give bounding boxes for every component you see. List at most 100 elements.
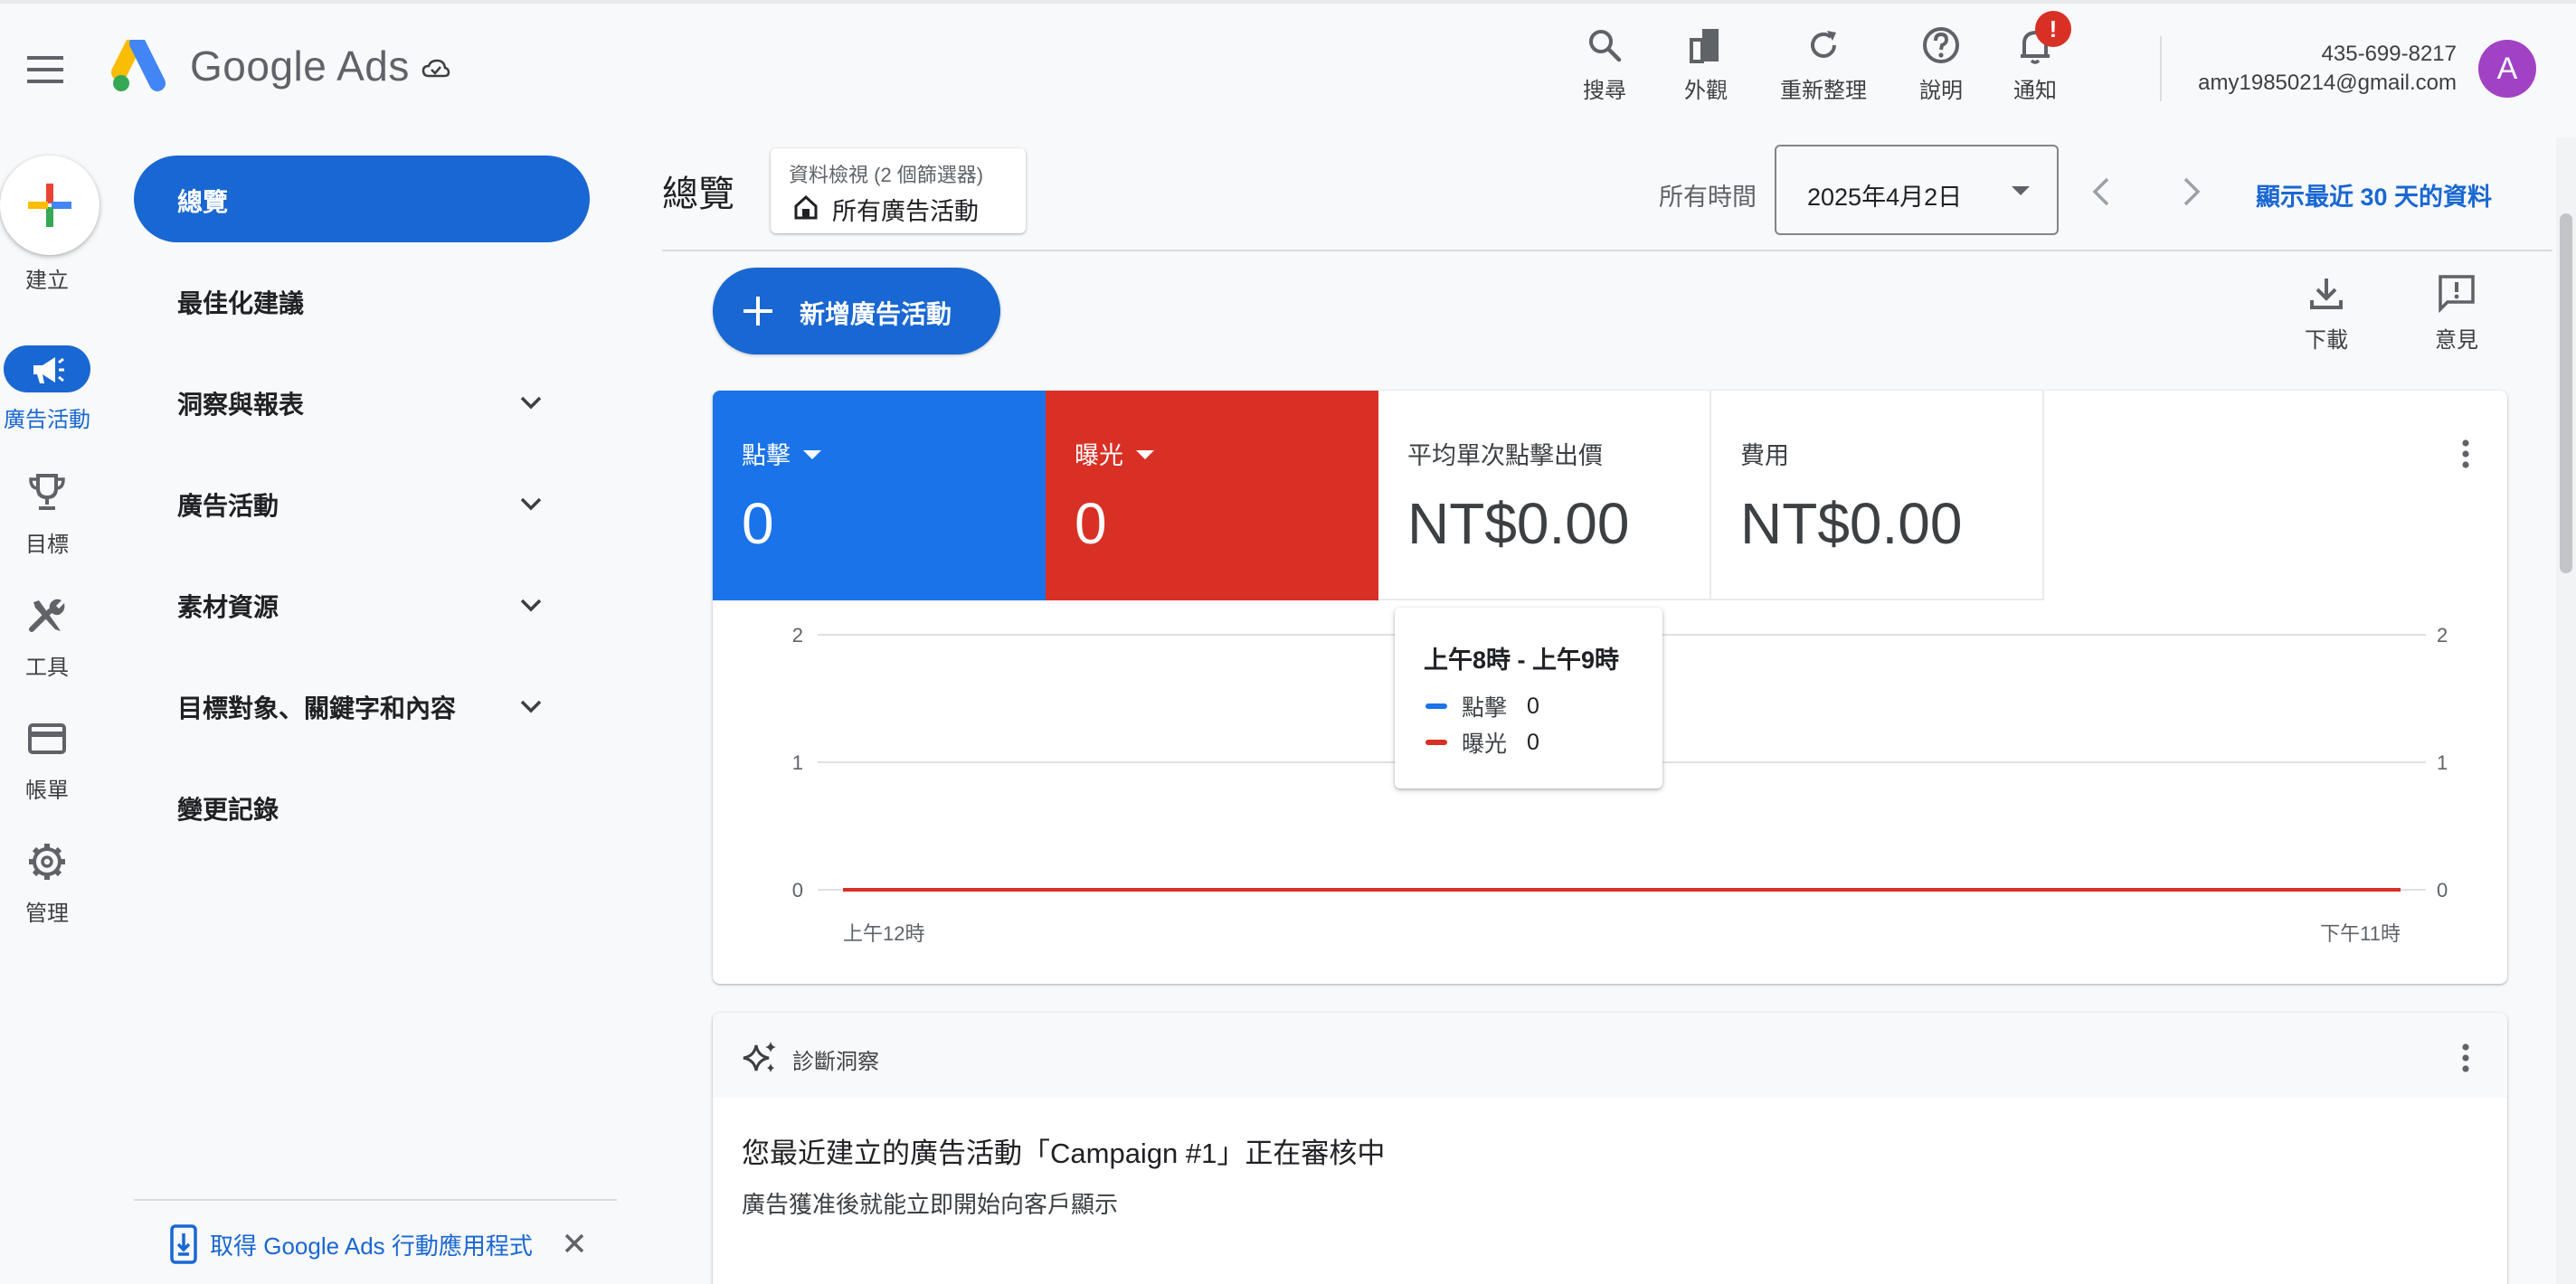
rail-item-goals[interactable]: 目標 [0, 470, 94, 570]
nav-label-campaigns: 廣告活動 [177, 492, 279, 520]
close-icon[interactable] [561, 1230, 588, 1257]
download-button[interactable]: 下載 [2281, 273, 2372, 354]
chevron-right-icon[interactable] [2173, 174, 2209, 210]
tooltip-impressions-label: 曝光 [1462, 732, 1508, 757]
trophy-icon [29, 474, 65, 510]
nav-item-change-history[interactable]: 變更記錄 [134, 763, 590, 850]
more-vert-icon[interactable] [2448, 436, 2484, 472]
metric-cost-value: NT$0.00 [1740, 491, 1963, 556]
clicks-swatch [1425, 703, 1447, 709]
gear-icon [29, 844, 65, 880]
metric-impressions-value: 0 [1075, 491, 1107, 556]
metric-clicks[interactable]: 點擊 0 [713, 391, 1046, 600]
tooltip-impressions-value: 0 [1527, 729, 1539, 755]
google-ads-logo[interactable] [110, 40, 170, 94]
metric-cost[interactable]: 費用 NT$0.00 [1711, 391, 2044, 600]
nav-item-insights-reports[interactable]: 洞察與報表 [134, 358, 590, 445]
tooltip-title: 上午8時 - 上午9時 [1424, 647, 1620, 674]
chevron-down-icon [520, 396, 542, 410]
appearance-label: 外觀 [1684, 79, 1728, 103]
search-button[interactable]: 搜尋 [1550, 24, 1659, 114]
mobile-app-promo[interactable]: 取得 Google Ads 行動應用程式 [170, 1223, 533, 1266]
mobile-app-promo-text: 取得 Google Ads 行動應用程式 [210, 1232, 533, 1260]
notifications-label: 通知 [2013, 79, 2057, 103]
metric-avg-cpc[interactable]: 平均單次點擊出價 NT$0.00 [1378, 391, 1711, 600]
x-tick-label: 下午11時 [2320, 922, 2401, 945]
diagnostic-insights-card: 診斷洞察 您最近建立的廣告活動「Campaign #1」正在審核中 廣告獲准後就… [713, 1013, 2507, 1284]
y-tick-label-right: 1 [2437, 751, 2448, 774]
appearance-icon [1690, 29, 1719, 63]
y-tick-label-left: 0 [792, 879, 803, 902]
nav-item-assets[interactable]: 素材資源 [134, 561, 590, 647]
nav-item-overview[interactable]: 總覽 [134, 156, 590, 242]
rail-label-admin: 管理 [25, 902, 69, 926]
dropdown-caret-icon [1136, 449, 1154, 459]
insights-header-label: 診斷洞察 [792, 1050, 879, 1074]
nav-label-insights-reports: 洞察與報表 [177, 391, 305, 419]
appearance-button[interactable]: 外觀 [1652, 24, 1760, 114]
nav-divider [134, 1199, 617, 1201]
refresh-icon [1811, 31, 1836, 58]
megaphone-icon [33, 357, 64, 383]
insight-title: 您最近建立的廣告活動「Campaign #1」正在審核中 [742, 1138, 1386, 1169]
download-label: 下載 [2305, 328, 2348, 353]
filter-view-chip[interactable]: 資料檢視 (2 個篩選器) 所有廣告活動 [771, 148, 1026, 233]
y-tick-label-right: 0 [2437, 879, 2448, 902]
rail-item-billing[interactable]: 帳單 [0, 716, 94, 816]
account-phone: 435-699-8217 [2321, 42, 2457, 66]
account-email: amy19850214@gmail.com [2198, 71, 2457, 95]
notification-badge: ! [2035, 11, 2071, 47]
nav-label-recommendations: 最佳化建議 [177, 289, 305, 317]
filter-view-value: 所有廣告活動 [832, 198, 979, 225]
chevron-left-icon[interactable] [2084, 174, 2120, 210]
metric-impressions[interactable]: 曝光 0 [1046, 391, 1378, 600]
rail-item-admin[interactable]: 管理 [0, 839, 94, 939]
page-title: 總覽 [662, 175, 734, 214]
create-button[interactable] [0, 156, 99, 255]
rail-label-tools: 工具 [25, 656, 69, 680]
rail-label-goals: 目標 [25, 533, 69, 557]
nav-label-assets: 素材資源 [177, 593, 279, 621]
metric-clicks-value: 0 [742, 491, 774, 556]
metric-impressions-label: 曝光 [1075, 442, 1123, 469]
nav-item-audiences-keywords[interactable]: 目標對象、關鍵字和內容 [134, 662, 590, 749]
rail-label-billing: 帳單 [25, 779, 69, 803]
metric-avg-cpc-value: NT$0.00 [1407, 491, 1630, 556]
date-range-select[interactable]: 2025年4月2日 [1775, 145, 2059, 235]
y-tick-label-left: 1 [792, 751, 803, 774]
download-icon [2310, 279, 2343, 309]
chevron-down-icon [520, 497, 542, 511]
rail-item-campaigns[interactable]: 廣告活動 [0, 347, 94, 447]
brand-name: Google Ads [190, 42, 410, 90]
new-campaign-button[interactable]: 新增廣告活動 [713, 268, 1000, 354]
new-campaign-label: 新增廣告活動 [800, 300, 952, 328]
header-divider-line [662, 250, 2552, 251]
rail-item-tools[interactable]: 工具 [0, 593, 94, 693]
date-range-value: 2025年4月2日 [1807, 184, 1963, 211]
help-icon [1923, 27, 1959, 63]
insights-header: 診斷洞察 [713, 1013, 2507, 1098]
nav-item-campaigns[interactable]: 廣告活動 [134, 459, 590, 546]
tools-icon [29, 599, 65, 632]
tooltip-clicks-label: 點擊 [1462, 695, 1508, 721]
avatar[interactable]: A [2478, 40, 2536, 98]
cloud-sync-icon [421, 59, 450, 78]
home-icon [794, 194, 818, 220]
more-vert-icon[interactable] [2448, 1040, 2484, 1076]
notifications-button[interactable]: 通知 [1981, 24, 2089, 114]
plus-icon [743, 297, 772, 326]
help-button[interactable]: 說明 [1887, 24, 1995, 114]
create-label: 建立 [25, 269, 69, 293]
scrollbar-thumb[interactable] [2560, 213, 2572, 573]
tooltip-clicks-value: 0 [1527, 693, 1539, 719]
refresh-label: 重新整理 [1780, 79, 1867, 103]
refresh-button[interactable]: 重新整理 [1769, 24, 1878, 114]
metric-clicks-label: 點擊 [742, 442, 791, 469]
feedback-button[interactable]: 意見 [2411, 273, 2502, 354]
plus-color-icon [28, 184, 71, 227]
show-last-30-days-link[interactable]: 顯示最近 30 天的資料 [2256, 177, 2492, 212]
impressions-swatch [1425, 740, 1447, 745]
nav-item-recommendations[interactable]: 最佳化建議 [134, 257, 590, 344]
dropdown-caret-icon [803, 449, 821, 459]
menu-icon[interactable] [27, 54, 67, 85]
